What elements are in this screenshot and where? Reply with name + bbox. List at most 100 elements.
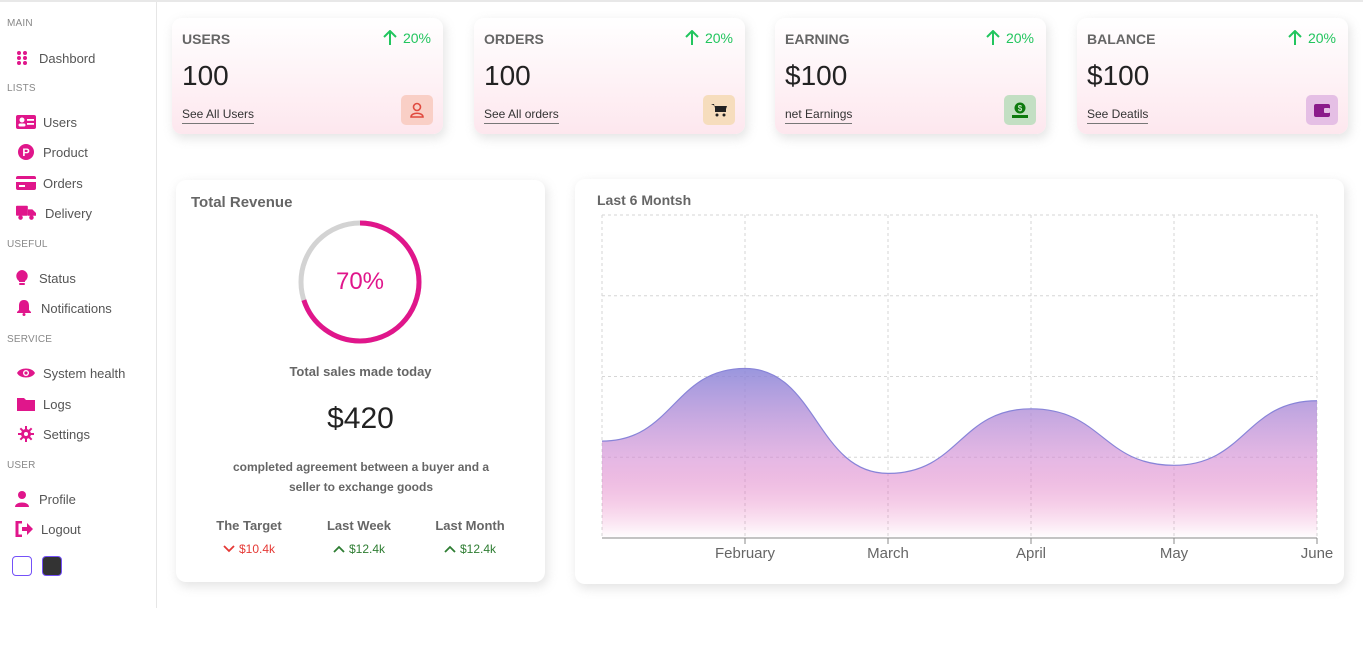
credit-card-icon	[16, 174, 36, 192]
sidebar: MAIN Dashbord LISTS Users P Product Orde…	[0, 2, 157, 608]
widget-title: USERS	[182, 31, 231, 47]
section-title-user: USER	[7, 460, 36, 471]
widget-value: 100	[182, 60, 229, 91]
widget-value: 100	[484, 60, 531, 91]
sidebar-item-dashboard[interactable]: Dashbord	[12, 48, 95, 68]
sidebar-item-label: Logs	[43, 396, 72, 412]
summary-amount: $12.4k	[348, 542, 386, 556]
dashboard-icon	[12, 49, 32, 67]
progress-percentage: 70%	[335, 268, 385, 295]
sidebar-item-notifications[interactable]: Notifications	[14, 298, 112, 318]
users-card-icon	[16, 113, 36, 131]
eye-icon	[16, 364, 36, 382]
widget-value: $100	[785, 60, 848, 91]
widget-title: ORDERS	[484, 31, 544, 47]
lightbulb-icon	[12, 269, 32, 287]
widget-earning: EARNING 20% $100 net Earnings $	[775, 18, 1046, 134]
revenue-description: completed agreement between a buyer and …	[232, 460, 490, 494]
summary-value: $10.4k	[194, 542, 304, 556]
summary-value: $12.4k	[415, 542, 525, 556]
widget-percentage: 20%	[383, 30, 431, 46]
percentage-value: 20%	[704, 30, 733, 46]
widget-percentage: 20%	[685, 30, 733, 46]
summary-item-last-week: Last Week $12.4k	[304, 518, 414, 556]
sidebar-item-status[interactable]: Status	[12, 268, 76, 288]
widget-value: $100	[1087, 60, 1150, 91]
summary-title: The Target	[216, 518, 282, 533]
summary-title: Last Week	[326, 518, 392, 533]
widget-title: BALANCE	[1087, 31, 1156, 47]
sidebar-item-profile[interactable]: Profile	[12, 489, 76, 509]
person-icon	[12, 490, 32, 508]
sidebar-item-system-health[interactable]: System health	[16, 363, 125, 383]
widget-percentage: 20%	[1288, 30, 1336, 46]
area-fill	[602, 368, 1317, 538]
total-revenue-card: Total Revenue 70% Total sales made today…	[176, 180, 545, 582]
summary-item-last-month: Last Month $12.4k	[415, 518, 525, 556]
widget-users: USERS 20% 100 See All Users	[172, 18, 443, 134]
widget-orders: ORDERS 20% 100 See All orders	[474, 18, 745, 134]
summary-item-target: The Target $10.4k	[194, 518, 304, 556]
arrow-up-icon	[986, 30, 1000, 45]
sidebar-item-logout[interactable]: Logout	[14, 519, 81, 539]
x-tick-label: May	[1160, 545, 1189, 562]
x-tick-label: March	[867, 545, 909, 562]
person-outline-icon	[401, 95, 433, 125]
summary-amount: $12.4k	[459, 542, 497, 556]
sidebar-item-users[interactable]: Users	[16, 112, 77, 132]
sidebar-item-label: Dashbord	[39, 50, 96, 66]
percentage-value: 20%	[1005, 30, 1034, 46]
widget-balance: BALANCE 20% $100 See Deatils	[1077, 18, 1348, 134]
sidebar-item-logs[interactable]: Logs	[16, 394, 71, 414]
percentage-value: 20%	[402, 30, 431, 46]
x-tick-label: April	[1016, 545, 1046, 562]
widget-percentage: 20%	[986, 30, 1034, 46]
bell-icon	[14, 299, 34, 317]
chevron-up-icon	[444, 545, 456, 553]
arrow-up-icon	[1288, 30, 1302, 45]
sidebar-item-settings[interactable]: Settings	[16, 424, 90, 444]
svg-text:P: P	[22, 147, 29, 159]
sidebar-item-orders[interactable]: Orders	[16, 173, 83, 193]
wallet-icon	[1306, 95, 1338, 125]
x-tick-label: June	[1301, 545, 1334, 562]
revenue-subtitle: Total sales made today	[289, 364, 432, 379]
logout-icon	[14, 520, 34, 538]
net-earnings-link[interactable]: net Earnings	[785, 107, 853, 124]
gear-icon	[16, 425, 36, 443]
summary-title: Last Month	[435, 518, 505, 533]
see-details-link[interactable]: See Deatils	[1087, 107, 1149, 124]
section-title-service: SERVICE	[7, 334, 53, 345]
sidebar-item-label: Logout	[41, 521, 81, 537]
sidebar-item-label: Delivery	[45, 205, 92, 221]
area-chart: February March April May June	[601, 214, 1334, 562]
summary-value: $12.4k	[304, 542, 414, 556]
sidebar-item-product[interactable]: P Product	[16, 142, 88, 162]
chevron-up-icon	[333, 545, 345, 553]
summary-amount: $10.4k	[238, 542, 276, 556]
percentage-value: 20%	[1307, 30, 1336, 46]
theme-light-option[interactable]	[12, 556, 32, 576]
sidebar-item-delivery[interactable]: Delivery	[16, 203, 92, 223]
money-icon: $	[1004, 95, 1036, 125]
folder-icon	[16, 395, 36, 413]
section-title-useful: USEFUL	[7, 239, 48, 250]
chevron-down-icon	[223, 545, 235, 553]
product-icon: P	[16, 143, 36, 161]
sidebar-item-label: Orders	[43, 175, 83, 191]
section-title-lists: LISTS	[7, 83, 36, 94]
sidebar-item-label: Notifications	[41, 300, 112, 316]
sidebar-item-label: Product	[43, 144, 88, 160]
cart-icon	[703, 95, 735, 125]
truck-icon	[16, 204, 36, 222]
theme-dark-option[interactable]	[42, 556, 62, 576]
sidebar-item-label: Status	[39, 270, 76, 286]
revenue-amount: $420	[327, 402, 394, 435]
sidebar-item-label: Profile	[39, 491, 76, 507]
svg-text:$: $	[1018, 104, 1023, 113]
widget-title: EARNING	[785, 31, 850, 47]
see-all-orders-link[interactable]: See All orders	[484, 107, 559, 124]
card-title: Total Revenue	[191, 194, 293, 211]
see-all-users-link[interactable]: See All Users	[182, 107, 255, 124]
arrow-up-icon	[383, 30, 397, 45]
